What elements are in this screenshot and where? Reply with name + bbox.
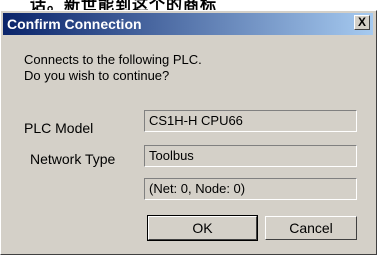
network-type-label: Network Type — [30, 151, 116, 167]
ok-button[interactable]: OK — [147, 215, 258, 241]
close-icon: X — [357, 15, 366, 29]
network-address-field: (Net: 0, Node: 0) — [144, 178, 357, 200]
network-type-field: Toolbus — [144, 145, 357, 167]
message-line-2: Do you wish to continue? — [24, 68, 170, 83]
plc-model-field: CS1H-H CPU66 — [144, 110, 357, 132]
close-button[interactable]: X — [354, 15, 370, 30]
message-line-1: Connects to the following PLC. — [24, 52, 202, 67]
message-text: Connects to the following PLC. Do you wi… — [24, 52, 202, 84]
title-bar[interactable]: Confirm Connection X — [3, 13, 373, 35]
background-text: 话。新世能到这个的商标 — [30, 0, 218, 10]
plc-model-label: PLC Model — [24, 120, 94, 136]
dialog-title: Confirm Connection — [7, 16, 142, 32]
background-window-strip: 话。新世能到这个的商标 — [0, 0, 377, 10]
cancel-button[interactable]: Cancel — [265, 216, 357, 240]
